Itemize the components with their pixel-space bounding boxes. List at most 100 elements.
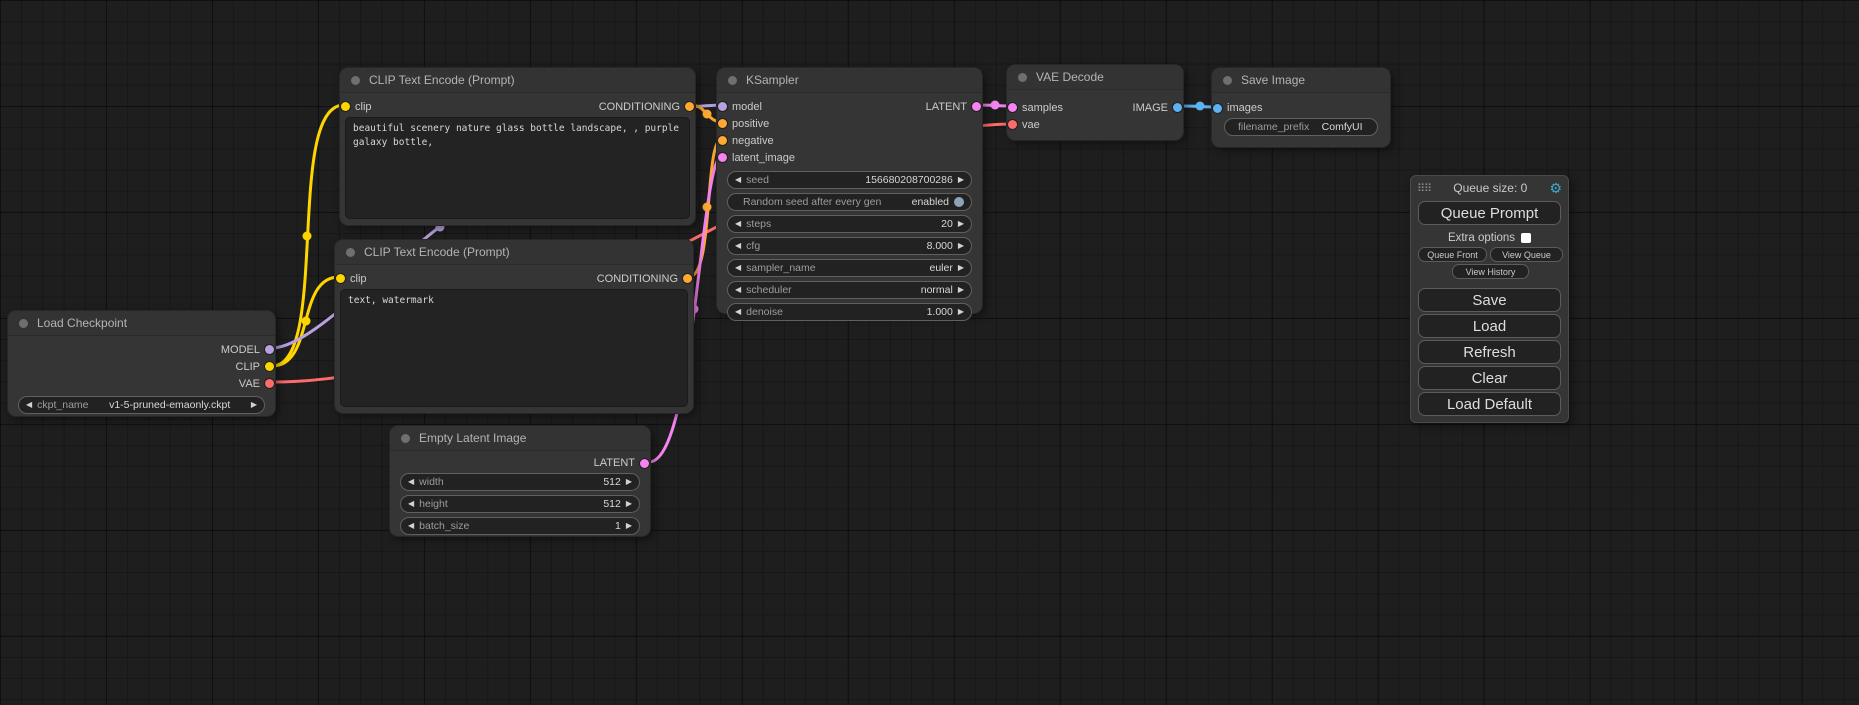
extra-options-row: Extra options bbox=[1411, 231, 1568, 245]
collapse-dot-icon[interactable] bbox=[346, 248, 355, 257]
load-button[interactable]: Load bbox=[1418, 314, 1561, 338]
input-row-images: images bbox=[1212, 100, 1390, 116]
ckpt-name-widget[interactable]: ◀ ckpt_name v1-5-pruned-emaonly.ckpt ▶ bbox=[18, 396, 265, 414]
collapse-dot-icon[interactable] bbox=[1223, 76, 1232, 85]
next-arrow-icon[interactable]: ▶ bbox=[958, 264, 964, 272]
drag-handle-icon[interactable]: ⠿⠿ bbox=[1417, 182, 1431, 195]
latent-output-slot[interactable] bbox=[640, 459, 649, 468]
negative-input-slot[interactable] bbox=[718, 136, 727, 145]
latent-image-input-slot[interactable] bbox=[718, 153, 727, 162]
next-arrow-icon[interactable]: ▶ bbox=[958, 308, 964, 316]
images-input-slot[interactable] bbox=[1213, 104, 1222, 113]
prompt-textarea[interactable]: beautiful scenery nature glass bottle la… bbox=[346, 118, 689, 218]
queue-panel-header: ⠿⠿ Queue size: 0 ⚙ bbox=[1411, 179, 1568, 197]
queue-size-label: Queue size: 0 bbox=[1431, 181, 1549, 195]
positive-input-slot[interactable] bbox=[718, 119, 727, 128]
gear-icon[interactable]: ⚙ bbox=[1549, 181, 1562, 195]
node-title-bar[interactable]: Save Image bbox=[1212, 68, 1390, 93]
node-clip-text-encode-positive[interactable]: CLIP Text Encode (Prompt) clip CONDITION… bbox=[340, 68, 695, 225]
next-arrow-icon[interactable]: ▶ bbox=[251, 401, 257, 409]
output-row-vae: VAE bbox=[8, 375, 275, 392]
extra-options-checkbox[interactable] bbox=[1521, 233, 1531, 243]
node-load-checkpoint[interactable]: Load Checkpoint MODEL CLIP VAE ◀ ckpt_na… bbox=[8, 311, 275, 416]
node-clip-text-encode-negative[interactable]: CLIP Text Encode (Prompt) clip CONDITION… bbox=[335, 240, 693, 413]
prev-arrow-icon[interactable]: ◀ bbox=[735, 242, 741, 250]
prev-arrow-icon[interactable]: ◀ bbox=[26, 401, 32, 409]
collapse-dot-icon[interactable] bbox=[1018, 73, 1027, 82]
batch-size-widget[interactable]: ◀ batch_size 1 ▶ bbox=[400, 517, 640, 535]
slot-row: clip CONDITIONING bbox=[335, 270, 693, 287]
prev-arrow-icon[interactable]: ◀ bbox=[735, 176, 741, 184]
clip-input-slot[interactable] bbox=[336, 274, 345, 283]
next-arrow-icon[interactable]: ▶ bbox=[626, 500, 632, 508]
queue-front-button[interactable]: Queue Front bbox=[1418, 247, 1487, 262]
toggle-knob-icon[interactable] bbox=[954, 197, 964, 207]
height-widget[interactable]: ◀ height 512 ▶ bbox=[400, 495, 640, 513]
collapse-dot-icon[interactable] bbox=[19, 319, 28, 328]
conditioning-output-slot[interactable] bbox=[683, 274, 692, 283]
node-graph-canvas[interactable]: Load Checkpoint MODEL CLIP VAE ◀ ckpt_na… bbox=[0, 0, 1859, 705]
node-title: VAE Decode bbox=[1036, 70, 1104, 84]
samples-input-slot[interactable] bbox=[1008, 103, 1017, 112]
view-history-button[interactable]: View History bbox=[1452, 264, 1529, 279]
clip-input-slot[interactable] bbox=[341, 102, 350, 111]
vae-output-slot[interactable] bbox=[265, 379, 274, 388]
image-output-slot[interactable] bbox=[1173, 103, 1182, 112]
scheduler-widget[interactable]: ◀ scheduler normal ▶ bbox=[727, 281, 972, 299]
next-arrow-icon[interactable]: ▶ bbox=[958, 242, 964, 250]
prompt-textarea[interactable]: text, watermark bbox=[341, 290, 687, 406]
node-vae-decode[interactable]: VAE Decode samples IMAGE vae bbox=[1007, 65, 1183, 140]
node-title-bar[interactable]: CLIP Text Encode (Prompt) bbox=[335, 240, 693, 265]
prev-arrow-icon[interactable]: ◀ bbox=[735, 286, 741, 294]
clip-output-slot[interactable] bbox=[265, 362, 274, 371]
prev-arrow-icon[interactable]: ◀ bbox=[735, 264, 741, 272]
node-title: Empty Latent Image bbox=[419, 431, 526, 445]
prev-arrow-icon[interactable]: ◀ bbox=[408, 500, 414, 508]
node-title-bar[interactable]: Empty Latent Image bbox=[390, 426, 650, 451]
view-queue-button[interactable]: View Queue bbox=[1490, 247, 1563, 262]
queue-prompt-button[interactable]: Queue Prompt bbox=[1418, 201, 1561, 225]
load-default-button[interactable]: Load Default bbox=[1418, 392, 1561, 416]
width-widget[interactable]: ◀ width 512 ▶ bbox=[400, 473, 640, 491]
node-title-bar[interactable]: Load Checkpoint bbox=[8, 311, 275, 336]
sampler-name-widget[interactable]: ◀ sampler_name euler ▶ bbox=[727, 259, 972, 277]
save-button[interactable]: Save bbox=[1418, 288, 1561, 312]
collapse-dot-icon[interactable] bbox=[728, 76, 737, 85]
collapse-dot-icon[interactable] bbox=[401, 434, 410, 443]
model-output-slot[interactable] bbox=[265, 345, 274, 354]
input-row-samples: samples IMAGE bbox=[1007, 99, 1183, 116]
steps-widget[interactable]: ◀ steps 20 ▶ bbox=[727, 215, 972, 233]
node-ksampler[interactable]: KSampler model LATENT positive negative … bbox=[717, 68, 982, 313]
conditioning-output-slot[interactable] bbox=[685, 102, 694, 111]
output-row-latent: LATENT bbox=[390, 455, 650, 471]
prev-arrow-icon[interactable]: ◀ bbox=[735, 308, 741, 316]
cfg-widget[interactable]: ◀ cfg 8.000 ▶ bbox=[727, 237, 972, 255]
collapse-dot-icon[interactable] bbox=[351, 76, 360, 85]
node-title: CLIP Text Encode (Prompt) bbox=[364, 245, 510, 259]
input-row-latent-image: latent_image bbox=[717, 149, 982, 166]
next-arrow-icon[interactable]: ▶ bbox=[626, 522, 632, 530]
seed-widget[interactable]: ◀ seed 156680208700286 ▶ bbox=[727, 171, 972, 189]
latent-output-slot[interactable] bbox=[972, 102, 981, 111]
denoise-widget[interactable]: ◀ denoise 1.000 ▶ bbox=[727, 303, 972, 321]
refresh-button[interactable]: Refresh bbox=[1418, 340, 1561, 364]
prev-arrow-icon[interactable]: ◀ bbox=[735, 220, 741, 228]
random-seed-toggle-widget[interactable]: Random seed after every gen enabled bbox=[727, 193, 972, 211]
node-title-bar[interactable]: KSampler bbox=[717, 68, 982, 93]
output-row-clip: CLIP bbox=[8, 358, 275, 375]
vae-input-slot[interactable] bbox=[1008, 120, 1017, 129]
next-arrow-icon[interactable]: ▶ bbox=[958, 220, 964, 228]
input-row-negative: negative bbox=[717, 132, 982, 149]
node-title-bar[interactable]: CLIP Text Encode (Prompt) bbox=[340, 68, 695, 93]
next-arrow-icon[interactable]: ▶ bbox=[626, 478, 632, 486]
clear-button[interactable]: Clear bbox=[1418, 366, 1561, 390]
filename-prefix-widget[interactable]: filename_prefix ComfyUI bbox=[1224, 118, 1378, 136]
next-arrow-icon[interactable]: ▶ bbox=[958, 286, 964, 294]
node-title-bar[interactable]: VAE Decode bbox=[1007, 65, 1183, 90]
prev-arrow-icon[interactable]: ◀ bbox=[408, 478, 414, 486]
node-empty-latent-image[interactable]: Empty Latent Image LATENT ◀ width 512 ▶ … bbox=[390, 426, 650, 536]
model-input-slot[interactable] bbox=[718, 102, 727, 111]
next-arrow-icon[interactable]: ▶ bbox=[958, 176, 964, 184]
prev-arrow-icon[interactable]: ◀ bbox=[408, 522, 414, 530]
node-save-image[interactable]: Save Image images filename_prefix ComfyU… bbox=[1212, 68, 1390, 147]
